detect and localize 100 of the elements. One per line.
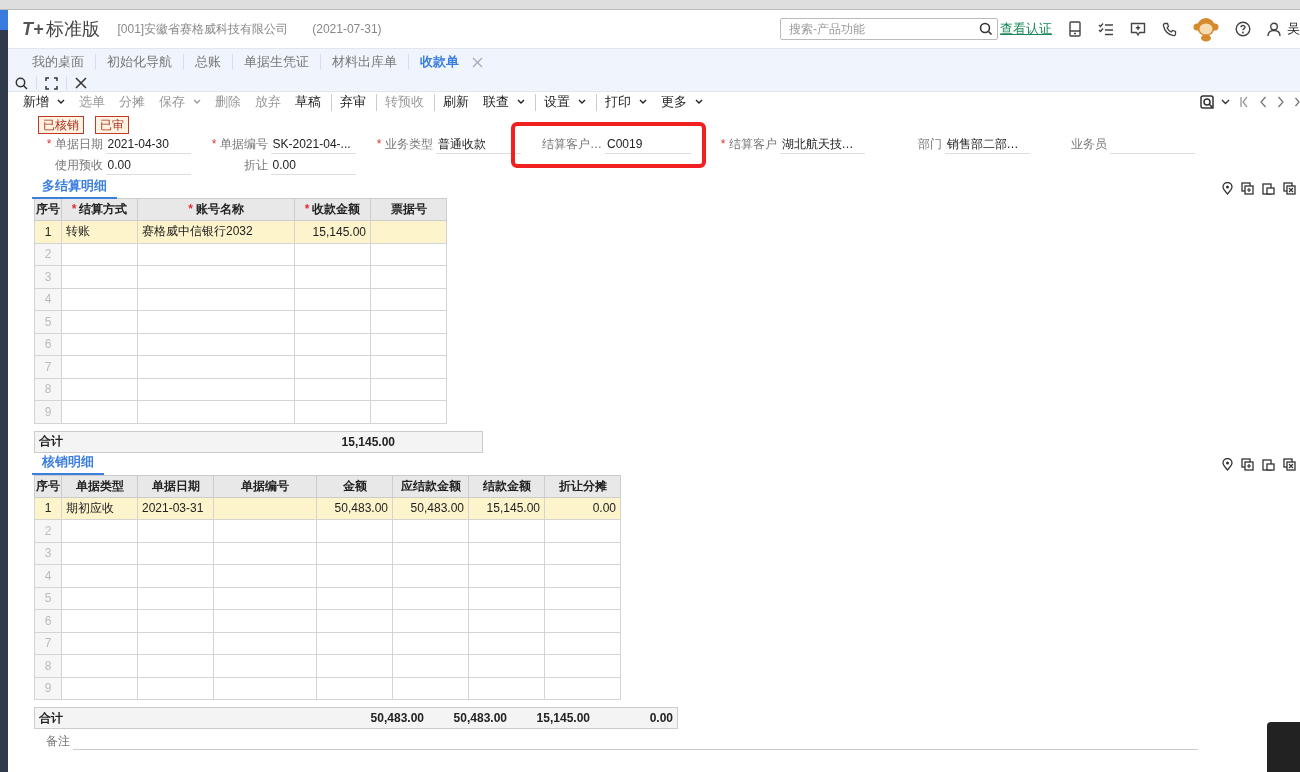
phone-icon[interactable] — [1162, 21, 1177, 37]
column-header: 单据日期 — [137, 475, 214, 497]
status-stamp: 已核销 — [38, 116, 84, 134]
caret-icon — [517, 99, 525, 105]
paste-icon[interactable] — [1262, 458, 1275, 471]
field-label: 备注 — [46, 733, 71, 750]
certification-link[interactable]: 查看认证 — [1000, 20, 1052, 38]
row-number: 4 — [44, 568, 52, 583]
input-field[interactable]: 2021-04-30 — [105, 135, 191, 154]
tab[interactable]: 材料出库单 — [320, 54, 408, 70]
table-cell: 15,145.00 — [312, 224, 366, 239]
field-label: 部门 — [916, 136, 943, 153]
total-label: 合计 — [39, 434, 63, 448]
user-icon[interactable] — [1267, 21, 1281, 37]
column-header: * 收款金额 — [294, 198, 371, 221]
toolbar-button[interactable]: 刷新 — [434, 93, 477, 111]
column-header: 序号 — [34, 475, 62, 497]
status-stamp: 已审 — [95, 116, 129, 134]
last-page-icon[interactable] — [1295, 96, 1300, 108]
column-header: 折让分摊 — [544, 475, 621, 497]
toolbar-button[interactable]: 打印 — [596, 93, 655, 111]
row-number: 7 — [44, 636, 52, 651]
table-cell: 15,145.00 — [486, 501, 540, 516]
field-label: * 结算客户 — [719, 136, 778, 153]
field-label: * 单据日期 — [45, 136, 104, 153]
tab[interactable]: 初始化导航 — [95, 54, 183, 70]
input-field[interactable]: 销售部二部… — [944, 135, 1030, 154]
input-field[interactable]: 0.00 — [105, 156, 191, 175]
table-cell: 赛格威中信银行2032 — [142, 224, 253, 239]
first-page-icon[interactable] — [1240, 96, 1249, 108]
field-label: * 业务类型 — [375, 136, 434, 153]
message-icon[interactable] — [1130, 21, 1146, 37]
tab[interactable]: 单据生凭证 — [232, 54, 320, 70]
table-cell: 期初应收 — [66, 500, 114, 515]
location-pin-icon[interactable] — [1222, 458, 1233, 471]
delete-row-icon[interactable] — [1283, 458, 1296, 471]
input-field[interactable]: 普通收款 — [435, 135, 521, 154]
table-cell: 50,483.00 — [410, 501, 464, 516]
toolbar-button[interactable]: 新增 — [23, 93, 73, 111]
column-header: 结款金额 — [468, 475, 545, 497]
help-icon[interactable] — [1235, 21, 1251, 37]
table-cell: 0.00 — [592, 501, 616, 516]
input-field[interactable]: C0019 — [605, 135, 691, 154]
user-name: 吴 — [1287, 20, 1300, 38]
caret-icon — [57, 99, 65, 105]
row-number: 3 — [44, 546, 52, 561]
delete-row-icon[interactable] — [1283, 181, 1296, 195]
row-number: 5 — [44, 591, 52, 606]
column-header: 应结款金额 — [392, 475, 469, 497]
company-name: [001]安徽省赛格威科技有限公司 — [117, 20, 289, 38]
caret-icon — [695, 99, 703, 105]
previous-icon[interactable] — [1259, 96, 1267, 108]
table-cell: 转账 — [66, 224, 90, 239]
row-number: 1 — [44, 501, 52, 516]
add-row-icon[interactable] — [1241, 458, 1254, 471]
column-header: 票据号 — [370, 198, 447, 221]
checklist-icon[interactable] — [1098, 22, 1114, 36]
input-field[interactable]: SK-2021-04-... — [270, 135, 356, 154]
row-number: 1 — [44, 224, 52, 239]
caret-icon[interactable] — [1221, 99, 1230, 105]
row-number: 7 — [44, 359, 52, 374]
calculator-icon[interactable] — [1068, 21, 1082, 37]
column-header: 序号 — [34, 198, 62, 221]
tab[interactable]: 总账 — [183, 54, 232, 70]
tab[interactable]: 收款单 — [408, 54, 470, 70]
total-cell: 0.00 — [649, 711, 673, 725]
toolbar-button[interactable]: 草稿 — [295, 93, 329, 111]
column-header: 单据类型 — [61, 475, 138, 497]
caret-icon — [578, 99, 586, 105]
add-row-icon[interactable] — [1241, 181, 1254, 195]
next-icon[interactable] — [1277, 96, 1285, 108]
search-icon[interactable] — [979, 22, 993, 36]
close-icon[interactable] — [75, 77, 87, 89]
field-label: 结算客户… — [541, 136, 603, 153]
row-number: 2 — [44, 247, 52, 262]
total-cell: 50,483.00 — [453, 711, 507, 725]
toolbar-button[interactable]: 设置 — [535, 93, 594, 111]
caret-icon — [193, 99, 201, 105]
search-icon[interactable] — [15, 76, 28, 90]
product-name: 标准版 — [45, 18, 100, 41]
toolbar-button[interactable]: 弃审 — [331, 93, 374, 111]
input-field[interactable]: 0.00 — [270, 156, 356, 175]
account-date: (2021-07-31) — [312, 22, 382, 36]
total-label: 合计 — [39, 710, 63, 725]
column-header: * 结算方式 — [61, 198, 138, 221]
toolbar-button[interactable]: 联查 — [483, 93, 533, 111]
monkey-avatar-icon[interactable] — [1193, 16, 1219, 42]
toolbar-button[interactable]: 更多 — [661, 93, 711, 111]
field-label: 折让 — [242, 157, 269, 174]
preview-icon[interactable] — [1200, 94, 1215, 110]
row-number: 8 — [44, 382, 52, 397]
tab[interactable]: 我的桌面 — [32, 54, 95, 70]
paste-icon[interactable] — [1262, 181, 1275, 195]
location-pin-icon[interactable] — [1222, 181, 1233, 195]
input-field[interactable]: 湖北航天技… — [779, 135, 865, 154]
field-label: * 单据编号 — [210, 136, 269, 153]
fullscreen-icon[interactable] — [45, 76, 58, 90]
search-field[interactable]: 搜索-产品功能 — [780, 18, 998, 40]
logo-mark: T+ — [22, 18, 44, 40]
row-number: 6 — [44, 613, 52, 628]
